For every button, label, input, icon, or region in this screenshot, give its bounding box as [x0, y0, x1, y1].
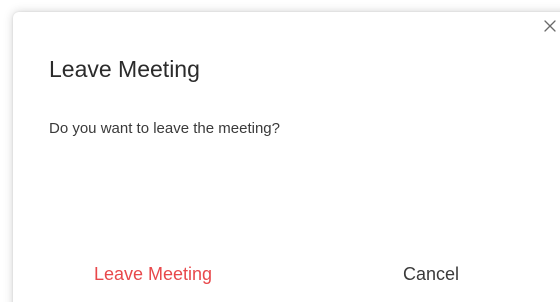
- dialog-message: Do you want to leave the meeting?: [49, 120, 280, 137]
- screen: Leave Meeting Do you want to leave the m…: [0, 0, 560, 302]
- leave-meeting-dialog: Leave Meeting Do you want to leave the m…: [13, 12, 560, 302]
- close-icon: [544, 20, 556, 32]
- cancel-button[interactable]: Cancel: [361, 256, 501, 292]
- dialog-title: Leave Meeting: [49, 56, 200, 82]
- close-button[interactable]: [540, 16, 560, 36]
- leave-meeting-button[interactable]: Leave Meeting: [71, 256, 235, 292]
